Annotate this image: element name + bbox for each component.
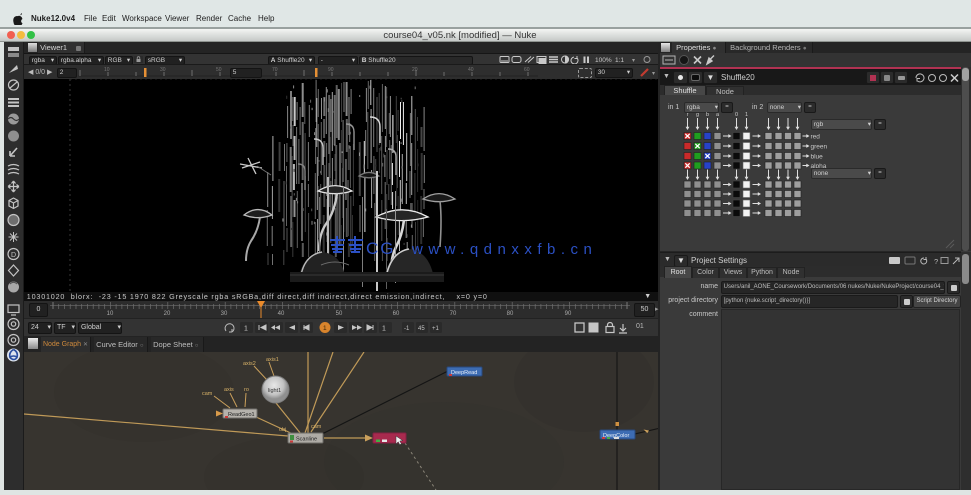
svg-text:30: 30 [221,311,228,317]
svg-text:70: 70 [450,311,457,317]
svg-text:40: 40 [468,67,474,73]
svg-text:Scanline: Scanline [296,437,317,443]
svg-text:+1: +1 [432,326,440,332]
svg-text:50: 50 [336,311,343,317]
svg-text:light1: light1 [268,388,281,394]
svg-text:D: D [11,252,16,259]
svg-text:obj: obj [279,427,286,433]
svg-text:green: green [811,144,828,151]
svg-text:DeepRead: DeepRead [451,370,477,376]
svg-text:60: 60 [524,67,530,73]
svg-text:b: b [706,112,709,118]
svg-text:?: ? [934,257,938,266]
svg-text:r: r [687,112,689,118]
svg-text:0: 0 [735,112,738,118]
svg-text:60: 60 [393,311,400,317]
svg-text:axis: axis [224,387,234,393]
svg-text:1: 1 [382,326,386,333]
svg-text:100%: 100% [595,57,612,64]
svg-text:1:1: 1:1 [615,57,624,64]
svg-text:1: 1 [745,112,748,118]
svg-text:▾: ▾ [652,71,655,77]
svg-text:www.qdnxxfb.cn: www.qdnxxfb.cn [411,241,597,258]
svg-text:50: 50 [216,67,222,73]
svg-text:CG: CG [366,239,396,258]
svg-text:30: 30 [160,67,166,73]
svg-text:90: 90 [328,67,334,73]
svg-text:45: 45 [418,326,425,332]
svg-text:g: g [696,112,699,118]
svg-text:20: 20 [412,67,418,73]
svg-text:-1: -1 [404,326,410,332]
svg-text:20: 20 [164,311,171,317]
svg-text:10: 10 [104,67,110,73]
svg-text:axis1: axis1 [266,357,279,363]
svg-text:1: 1 [244,326,248,333]
svg-text:40: 40 [278,311,285,317]
svg-text:1: 1 [323,325,327,332]
svg-text:80: 80 [507,311,514,317]
svg-text:90: 90 [565,311,572,317]
svg-text:cam: cam [311,424,322,430]
svg-text:70: 70 [272,67,278,73]
svg-text:cam: cam [202,391,213,397]
svg-text:red: red [811,134,821,141]
svg-text:blue: blue [811,154,824,161]
svg-text:10: 10 [107,311,114,317]
svg-text:ro: ro [244,387,249,393]
svg-text:axis2: axis2 [243,361,256,367]
svg-text:a: a [716,112,720,118]
svg-text:ReadGeo1: ReadGeo1 [228,412,255,418]
